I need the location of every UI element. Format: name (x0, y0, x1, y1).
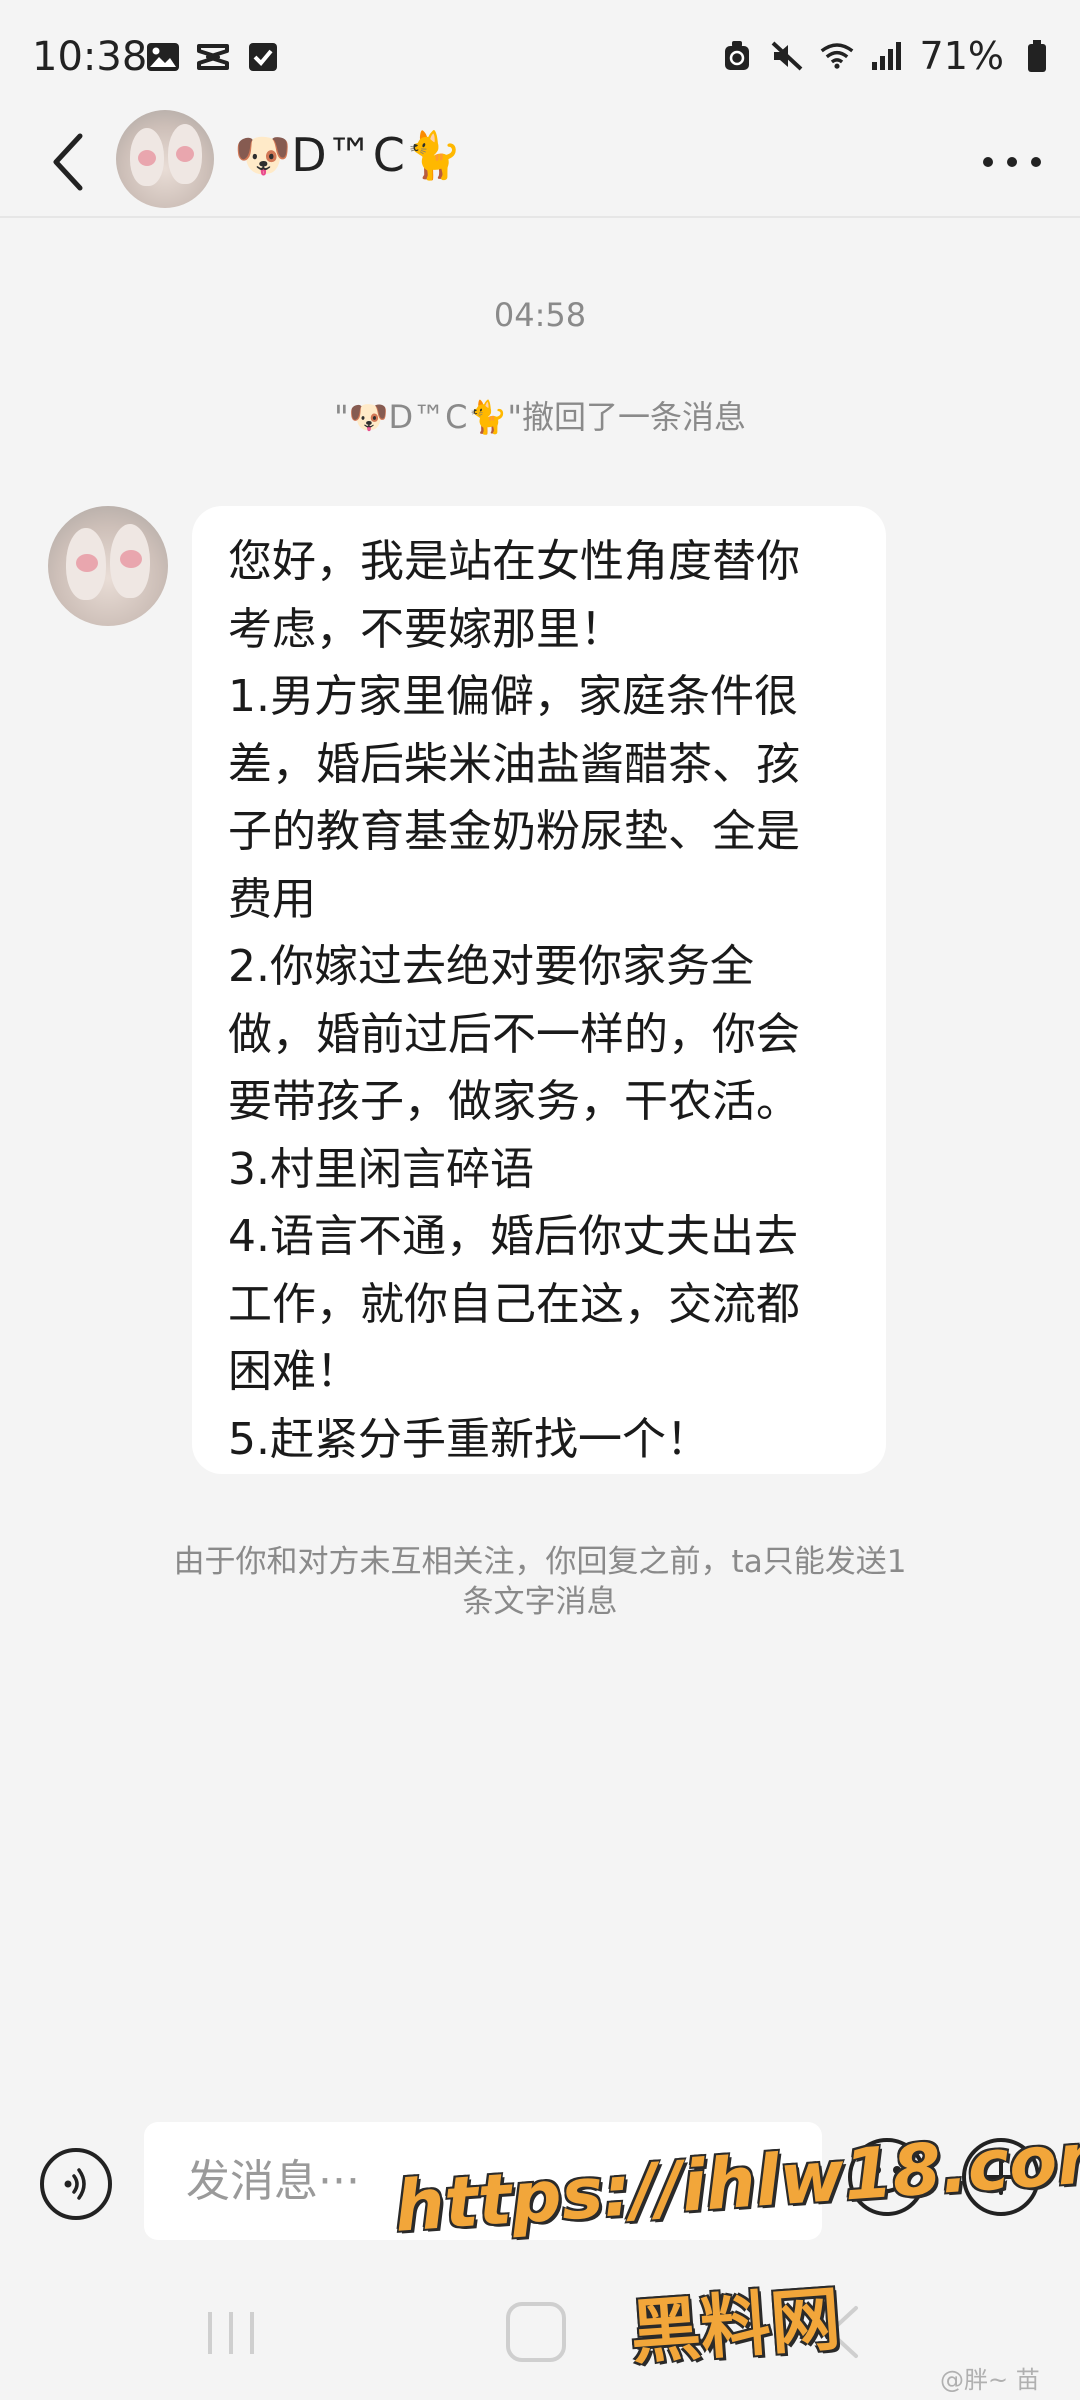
weibo-watermark: @胖~ 苗 (940, 2366, 1040, 2394)
limit-notice-line: 条文字消息 (462, 1584, 618, 1620)
message-line: 费用 (228, 873, 316, 925)
capcut-icon (196, 40, 230, 74)
message-line: 您好，我是站在女性角度替你 (228, 536, 800, 587)
message-line: 2.你嫁过去绝对要你家务全 (228, 941, 754, 992)
message-line: 考虑，不要嫁那里！ (228, 603, 624, 655)
signal-icon (870, 39, 904, 73)
status-bar: 10:38 71% (0, 0, 1080, 110)
voice-icon (64, 2168, 86, 2200)
message-line: 做，婚前过后不一样的，你会 (228, 1008, 800, 1060)
limit-notice-line: 由于你和对方未互相关注，你回复之前，ta只能发送1 (173, 1544, 907, 1580)
message-limit-notice: 由于你和对方未互相关注，你回复之前，ta只能发送1 条文字消息 (100, 1542, 980, 1622)
gallery-icon (146, 40, 180, 74)
back-button[interactable] (40, 122, 96, 202)
status-notification-icons (146, 40, 280, 74)
status-system-icons: 71% (720, 34, 1054, 78)
system-navigation-bar (0, 2252, 1080, 2400)
message-line: 工作，就你自己在这，交流都 (228, 1278, 800, 1330)
message-line: 5.赶紧分手重新找一个！ (228, 1413, 710, 1465)
message-line: 子的教育基金奶粉尿垫、全是 (228, 806, 800, 857)
recall-notice: "🐶D™C🐈"撤回了一条消息 (333, 398, 747, 436)
message-line: 差，婚后柴米油盐酱醋茶、孩 (228, 738, 800, 790)
header-divider (0, 216, 1080, 218)
voice-input-button[interactable] (40, 2148, 112, 2220)
chat-header: 🐶D™C🐈 (0, 110, 1080, 218)
message-line: 要带孩子，做家务，干农活。 (228, 1076, 800, 1127)
message-timestamp: 04:58 (493, 296, 587, 334)
more-options-button[interactable] (980, 130, 1044, 194)
contact-avatar[interactable] (116, 110, 214, 208)
home-button[interactable] (506, 2302, 566, 2362)
wifi-icon (820, 39, 854, 73)
message-line: 4.语言不通，婚后你丈夫出去 (228, 1211, 798, 1262)
received-message-bubble[interactable]: 您好，我是站在女性角度替你 考虑，不要嫁那里！ 1.男方家里偏僻，家庭条件很 差… (192, 506, 886, 1474)
battery-icon (1020, 39, 1054, 73)
mute-icon (770, 39, 804, 73)
contact-name[interactable]: 🐶D™C🐈 (234, 128, 462, 183)
more-horizontal-icon (983, 157, 1041, 167)
battery-percent: 71% (919, 34, 1004, 78)
recents-icon (208, 2312, 254, 2354)
watermark-name: 黑料网 (627, 2277, 843, 2375)
message-line: 3.村里闲言碎语 (228, 1143, 534, 1195)
recents-button[interactable] (204, 2308, 258, 2362)
message-line: 1.男方家里偏僻，家庭条件很 (228, 671, 798, 722)
sender-avatar[interactable] (48, 506, 168, 626)
chat-screen: 10:38 71% 🐶D™C🐈 04:58 "🐶D™C🐈"撤回了一条消息 您好，… (0, 0, 1080, 2400)
message-line: 困难！ (228, 1346, 360, 1397)
checkbox-icon (246, 40, 280, 74)
recycle-icon (720, 39, 754, 73)
status-time: 10:38 (32, 34, 148, 80)
chevron-left-icon (53, 133, 83, 191)
